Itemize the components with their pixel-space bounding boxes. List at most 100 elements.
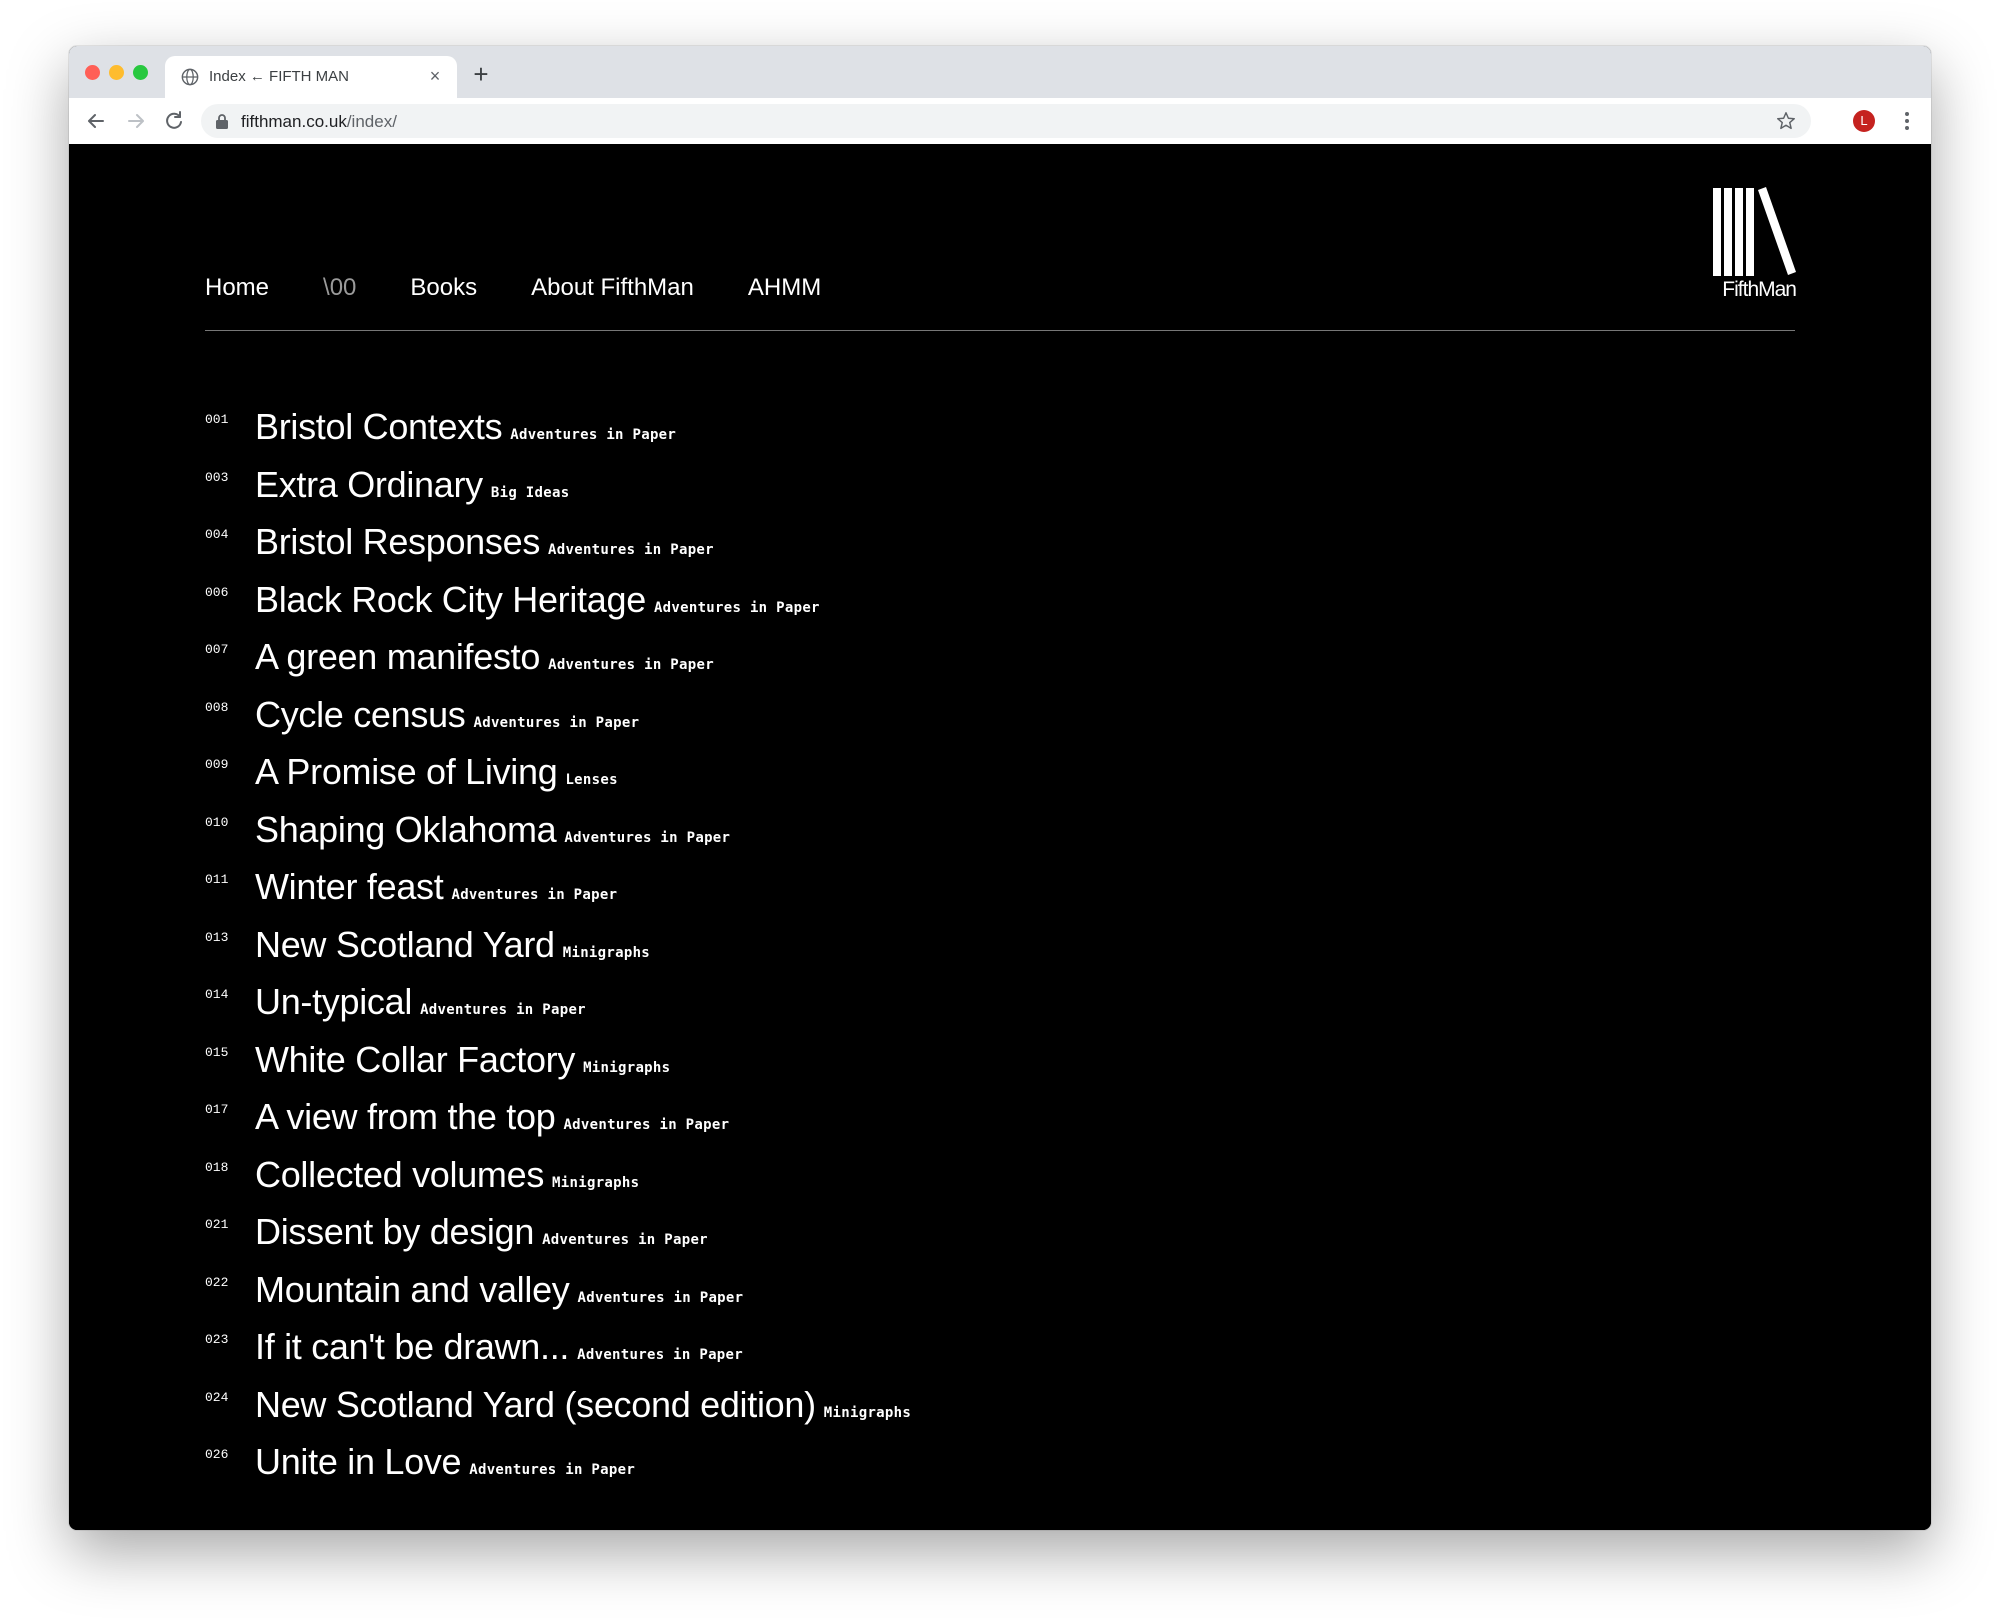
list-item[interactable]: 010 Shaping Oklahoma Adventures in Paper xyxy=(205,809,911,867)
item-number: 011 xyxy=(205,872,229,887)
item-category[interactable]: Adventures in Paper xyxy=(654,600,820,616)
tab-strip: Index ← FIFTH MAN × + xyxy=(69,46,1931,98)
item-category[interactable]: Minigraphs xyxy=(563,945,650,961)
item-category[interactable]: Adventures in Paper xyxy=(578,1290,744,1306)
more-menu-icon[interactable] xyxy=(1897,108,1917,134)
item-category[interactable]: Adventures in Paper xyxy=(420,1002,586,1018)
fifthman-logo[interactable]: FifthMan xyxy=(1712,186,1797,301)
globe-icon xyxy=(181,68,199,86)
list-item[interactable]: 001 Bristol Contexts Adventures in Paper xyxy=(205,406,911,464)
list-item[interactable]: 021 Dissent by design Adventures in Paper xyxy=(205,1211,911,1269)
item-title[interactable]: Dissent by design xyxy=(255,1211,534,1252)
item-number: 007 xyxy=(205,642,229,657)
list-item[interactable]: 009 A Promise of Living Lenses xyxy=(205,751,911,809)
nav-ahmm[interactable]: AHMM xyxy=(748,274,821,302)
address-bar[interactable]: fifthman.co.uk/index/ xyxy=(201,104,1811,138)
nav-books[interactable]: Books xyxy=(410,274,477,302)
item-category[interactable]: Adventures in Paper xyxy=(451,887,617,903)
item-title[interactable]: Cycle census xyxy=(255,694,466,735)
item-category[interactable]: Adventures in Paper xyxy=(548,657,714,673)
bookmark-star-icon[interactable] xyxy=(1775,110,1797,132)
browser-toolbar: fifthman.co.uk/index/ L xyxy=(69,98,1931,145)
tab-title: Index ← FIFTH MAN xyxy=(209,68,350,85)
list-item[interactable]: 026 Unite in Love Adventures in Paper xyxy=(205,1441,911,1499)
item-number: 024 xyxy=(205,1389,229,1405)
item-category[interactable]: Lenses xyxy=(565,772,617,788)
list-item[interactable]: 024 New Scotland Yard (second edition) Min… xyxy=(205,1384,911,1442)
browser-window: Index ← FIFTH MAN × + fifthman.co.uk/ind… xyxy=(69,46,1931,1530)
item-title[interactable]: A Promise of Living xyxy=(255,751,558,792)
lock-icon xyxy=(216,114,228,129)
item-title[interactable]: Mountain and valley xyxy=(255,1269,570,1310)
item-number: 014 xyxy=(205,987,229,1002)
url-text: fifthman.co.uk/index/ xyxy=(241,112,397,132)
item-category[interactable]: Big Ideas xyxy=(491,485,570,501)
list-item[interactable]: 014 Un-typical Adventures in Paper xyxy=(205,981,911,1039)
url-path: /index/ xyxy=(346,112,397,131)
item-title[interactable]: A view from the top xyxy=(255,1096,556,1137)
item-category[interactable]: Minigraphs xyxy=(583,1060,670,1076)
item-category[interactable]: Adventures in Paper xyxy=(542,1232,708,1248)
item-title[interactable]: White Collar Factory xyxy=(255,1039,575,1080)
list-item[interactable]: 011 Winter feast Adventures in Paper xyxy=(205,866,911,924)
list-item[interactable]: 023 If it can't be drawn... Adventures in … xyxy=(205,1326,911,1384)
item-number: 021 xyxy=(205,1217,229,1232)
list-item[interactable]: 013 New Scotland Yard Minigraphs xyxy=(205,924,911,982)
item-number: 018 xyxy=(205,1159,229,1175)
item-title[interactable]: Un-typical xyxy=(255,981,412,1022)
maximize-window-button[interactable] xyxy=(133,65,148,80)
item-number: 004 xyxy=(205,527,229,542)
list-item[interactable]: 006 Black Rock City Heritage Adventures in… xyxy=(205,579,911,637)
nav-about[interactable]: About FifthMan xyxy=(531,274,694,302)
item-category[interactable]: Adventures in Paper xyxy=(563,1117,729,1133)
item-category[interactable]: Adventures in Paper xyxy=(473,715,639,731)
item-title[interactable]: New Scotland Yard xyxy=(255,924,555,965)
item-number: 013 xyxy=(205,929,229,945)
item-title[interactable]: Shaping Oklahoma xyxy=(255,809,557,850)
list-item[interactable]: 022 Mountain and valley Adventures in Pape… xyxy=(205,1269,911,1327)
list-item[interactable]: 017 A view from the top Adventures in Pape… xyxy=(205,1096,911,1154)
back-arrow-icon[interactable] xyxy=(81,106,111,136)
list-item[interactable]: 015 White Collar Factory Minigraphs xyxy=(205,1039,911,1097)
forward-arrow-icon[interactable] xyxy=(121,106,151,136)
nav-home[interactable]: Home xyxy=(205,274,269,302)
item-title[interactable]: Extra Ordinary xyxy=(255,464,483,505)
browser-tab[interactable]: Index ← FIFTH MAN × xyxy=(165,56,457,98)
close-tab-icon[interactable]: × xyxy=(425,66,445,86)
new-tab-button[interactable]: + xyxy=(467,60,495,88)
item-number: 008 xyxy=(205,699,229,715)
item-number: 023 xyxy=(205,1332,229,1347)
item-title[interactable]: Collected volumes xyxy=(255,1154,544,1195)
nav-index[interactable]: \00 xyxy=(323,274,356,302)
item-title[interactable]: If it can't be drawn... xyxy=(255,1326,569,1367)
item-category[interactable]: Adventures in Paper xyxy=(577,1347,743,1363)
item-title[interactable]: Bristol Responses xyxy=(255,521,540,562)
item-title[interactable]: Unite in Love xyxy=(255,1441,462,1482)
item-title[interactable]: Bristol Contexts xyxy=(255,406,503,447)
item-number: 010 xyxy=(205,814,229,830)
reload-icon[interactable] xyxy=(159,106,189,136)
url-host: fifthman.co.uk xyxy=(241,112,347,131)
item-category[interactable]: Minigraphs xyxy=(824,1405,911,1421)
nav-divider xyxy=(205,330,1795,331)
minimize-window-button[interactable] xyxy=(109,65,124,80)
item-title[interactable]: A green manifesto xyxy=(255,636,540,677)
item-number: 006 xyxy=(205,584,229,600)
item-category[interactable]: Adventures in Paper xyxy=(564,830,730,846)
item-number: 026 xyxy=(205,1447,229,1462)
item-category[interactable]: Minigraphs xyxy=(552,1175,639,1191)
list-item[interactable]: 008 Cycle census Adventures in Paper xyxy=(205,694,911,752)
list-item[interactable]: 004 Bristol Responses Adventures in Paper xyxy=(205,521,911,579)
site-nav: Home \00 Books About FifthMan AHMM xyxy=(205,274,875,302)
item-title[interactable]: New Scotland Yard (second edition) xyxy=(255,1384,816,1425)
list-item[interactable]: 007 A green manifesto Adventures in Paper xyxy=(205,636,911,694)
profile-avatar[interactable]: L xyxy=(1853,110,1875,132)
close-window-button[interactable] xyxy=(85,65,100,80)
list-item[interactable]: 003 Extra Ordinary Big Ideas xyxy=(205,464,911,522)
item-title[interactable]: Black Rock City Heritage xyxy=(255,579,646,620)
item-category[interactable]: Adventures in Paper xyxy=(510,427,676,443)
item-category[interactable]: Adventures in Paper xyxy=(548,542,714,558)
item-category[interactable]: Adventures in Paper xyxy=(469,1462,635,1478)
list-item[interactable]: 018 Collected volumes Minigraphs xyxy=(205,1154,911,1212)
item-title[interactable]: Winter feast xyxy=(255,866,444,907)
